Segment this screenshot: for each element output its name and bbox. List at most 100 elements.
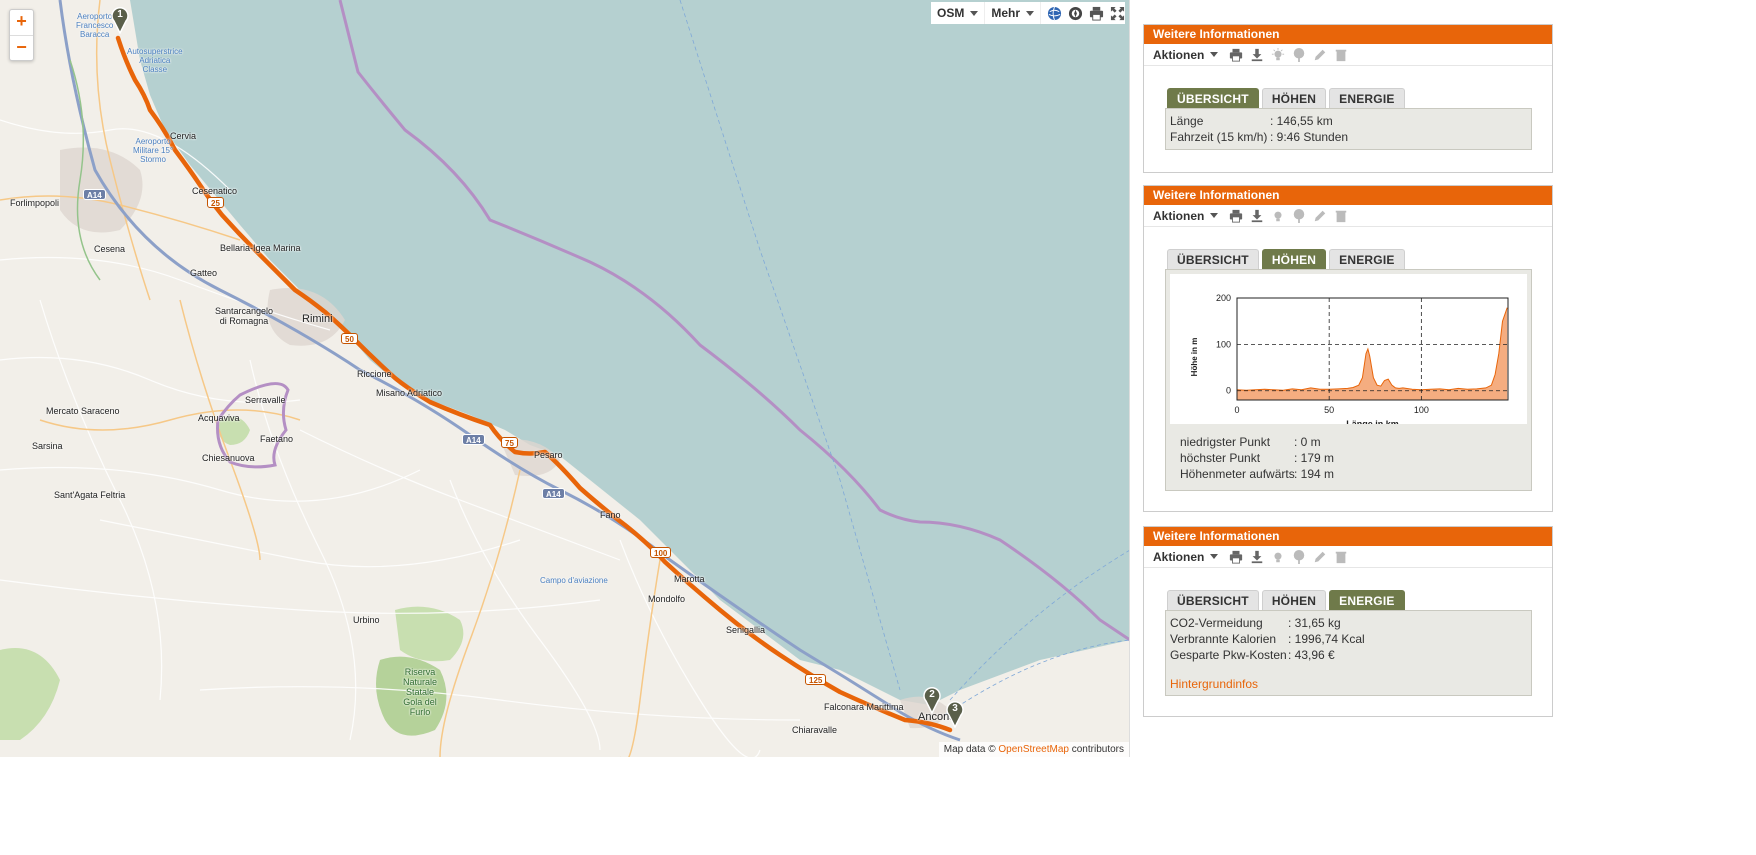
y-tick-label: 0 [1226, 386, 1231, 396]
info-panel-heights: Weitere Informationen Aktionen ÜBERSICHT… [1143, 185, 1553, 512]
route-map[interactable]: Forlimpopoli Cesena Cervia Cesenatico Be… [0, 0, 1130, 757]
place-label: Cervia [170, 131, 197, 141]
panel-title: Weitere Informationen [1144, 186, 1552, 205]
actions-dropdown[interactable]: Aktionen [1153, 549, 1219, 564]
x-tick-label: 100 [1414, 405, 1429, 415]
elevation-chart: 0 50 100 0 100 200 Länge in km Höhe in m [1170, 274, 1527, 429]
place-label: Pesaro [534, 450, 563, 460]
panel-actions: Aktionen [1144, 44, 1552, 66]
actions-label: Aktionen [1153, 549, 1205, 564]
panel-tabs: ÜBERSICHT HÖHEN ENERGIE [1167, 590, 1405, 610]
tab-heights[interactable]: HÖHEN [1261, 249, 1327, 269]
tab-energy[interactable]: ENERGIE [1329, 249, 1405, 269]
print-icon[interactable] [1228, 47, 1244, 63]
tab-energy[interactable]: ENERGIE [1329, 88, 1405, 108]
tree-icon[interactable] [1291, 47, 1307, 63]
print-icon[interactable] [1228, 208, 1244, 224]
globe-icon[interactable] [1046, 5, 1062, 21]
km-marker: 75 [501, 437, 518, 448]
place-label: Riccione [357, 369, 392, 379]
route-marker-3[interactable]: 3 [945, 700, 965, 728]
edit-icon[interactable] [1312, 208, 1328, 224]
panel-title: Weitere Informationen [1144, 25, 1552, 44]
chevron-down-icon [1210, 554, 1219, 559]
edit-icon[interactable] [1312, 47, 1328, 63]
zoom-out-button[interactable]: − [10, 35, 33, 60]
row-value: : 43,96 € [1288, 648, 1335, 662]
overview-box: Länge: 146,55 km Fahrzeit (15 km/h): 9:4… [1165, 108, 1532, 150]
print-icon[interactable] [1228, 549, 1244, 565]
trash-icon[interactable] [1333, 208, 1349, 224]
elevation-area [1237, 307, 1508, 400]
background-info-wrap: Hintergrundinfos [1170, 677, 1527, 691]
sea-area [130, 0, 1129, 705]
row-value: : 146,55 km [1270, 114, 1333, 128]
download-icon[interactable] [1249, 549, 1265, 565]
y-axis-label: Höhe in m [1190, 338, 1199, 377]
tab-heights[interactable]: HÖHEN [1261, 590, 1327, 610]
tab-overview[interactable]: ÜBERSICHT [1167, 590, 1259, 610]
actions-dropdown[interactable]: Aktionen [1153, 48, 1219, 62]
poi-label: Campo d'aviazione [540, 576, 608, 585]
panel-tabs: ÜBERSICHT HÖHEN ENERGIE [1167, 88, 1405, 108]
zoom-in-button[interactable]: + [10, 10, 33, 35]
route-marker-2[interactable]: 2 [922, 686, 942, 714]
openstreetmap-link[interactable]: OpenStreetMap [998, 744, 1069, 755]
trash-icon[interactable] [1333, 549, 1349, 565]
print-icon[interactable] [1088, 5, 1104, 21]
place-label: Acquaviva [198, 413, 240, 423]
route-marker-1[interactable]: 1 [110, 6, 130, 34]
download-icon[interactable] [1249, 208, 1265, 224]
row-key: niedrigster Punkt [1180, 435, 1271, 449]
info-row-car-costs: Gesparte Pkw-Kosten: 43,96 € [1170, 647, 1527, 663]
row-key: Länge [1170, 114, 1204, 128]
chevron-down-icon [1210, 213, 1219, 218]
place-label: Misano Adriatico [376, 388, 443, 398]
map-toolbar: OSM Mehr [930, 2, 1125, 24]
download-icon[interactable] [1249, 47, 1265, 63]
place-label: Faetano [260, 434, 294, 444]
place-label: Marotta [674, 574, 705, 584]
tree-icon[interactable] [1291, 549, 1307, 565]
tab-overview[interactable]: ÜBERSICHT [1167, 88, 1259, 108]
more-select[interactable]: Mehr [985, 2, 1041, 24]
lightbulb-icon[interactable] [1270, 47, 1286, 63]
heights-stats: niedrigster Punkt: 0 m höchster Punkt: 1… [1170, 424, 1527, 482]
forest-area-2 [0, 648, 60, 740]
fullscreen-icon[interactable] [1109, 5, 1125, 21]
info-row-length: Länge : 146,55 km [1170, 113, 1527, 129]
x-tick-label: 0 [1234, 405, 1239, 415]
tab-heights[interactable]: HÖHEN [1261, 88, 1327, 108]
attribution-prefix: Map data © [943, 744, 996, 755]
map-attribution: Map data © OpenStreetMap contributors [938, 742, 1129, 757]
row-value: : 31,65 kg [1288, 616, 1341, 630]
elevation-chart-svg: 0 50 100 0 100 200 Länge in km Höhe in m [1190, 293, 1509, 429]
tab-overview[interactable]: ÜBERSICHT [1167, 249, 1259, 269]
place-label: Gatteo [190, 268, 218, 278]
info-row-calories: Verbrannte Kalorien: 1996,74 Kcal [1170, 631, 1527, 647]
panel-actions: Aktionen [1144, 205, 1552, 227]
actions-dropdown[interactable]: Aktionen [1153, 209, 1219, 223]
place-label: Falconara Marittima [824, 702, 904, 712]
lightbulb-icon[interactable] [1270, 549, 1286, 565]
y-tick-label: 100 [1216, 339, 1231, 349]
row-key: CO2-Vermeidung [1170, 616, 1263, 630]
place-label: Senigallia [726, 625, 766, 635]
background-info-link[interactable]: Hintergrundinfos [1170, 677, 1258, 691]
compass-icon[interactable] [1067, 5, 1083, 21]
place-label: Cesenatico [192, 186, 238, 196]
tree-icon[interactable] [1291, 208, 1307, 224]
road-shield: A14 [83, 189, 106, 200]
edit-icon[interactable] [1312, 549, 1328, 565]
layer-select[interactable]: OSM [931, 2, 986, 24]
chevron-down-icon [1026, 10, 1034, 16]
place-label: Mondolfo [648, 594, 686, 604]
place-label: Forlimpopoli [10, 198, 60, 208]
lightbulb-icon[interactable] [1270, 208, 1286, 224]
trash-icon[interactable] [1333, 47, 1349, 63]
heights-box: 0 50 100 0 100 200 Länge in km Höhe in m niedri… [1165, 269, 1532, 491]
map-tiles[interactable] [0, 0, 1130, 757]
y-tick-label: 200 [1216, 293, 1231, 303]
place-label: Mercato Saraceno [46, 406, 120, 416]
tab-energy[interactable]: ENERGIE [1329, 590, 1405, 610]
